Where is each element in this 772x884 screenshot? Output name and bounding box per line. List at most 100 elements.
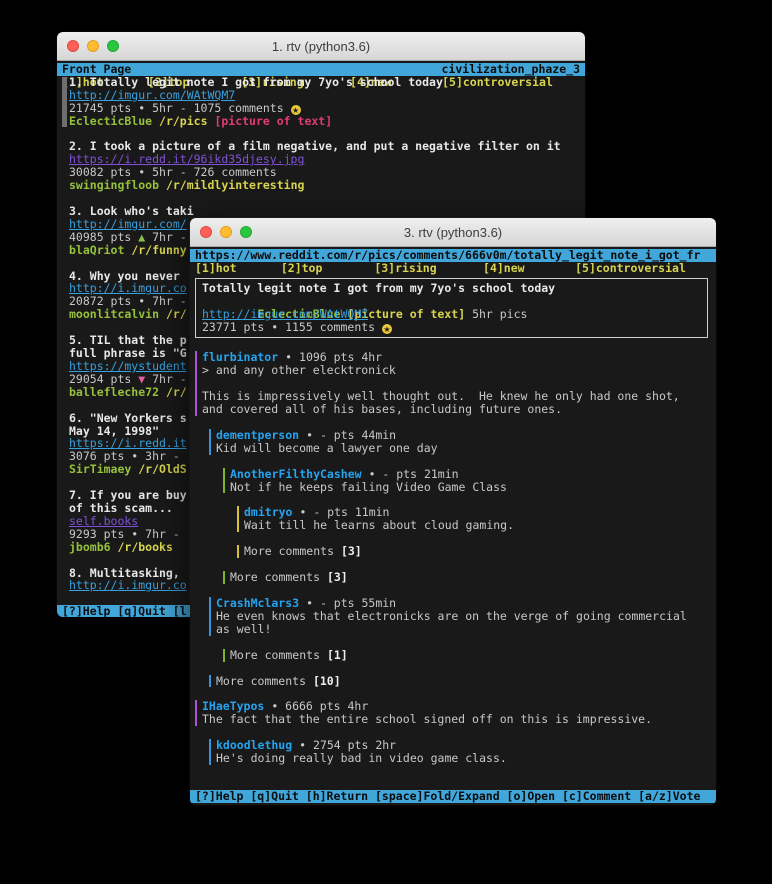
comment-meta: • - pts 44min [306,428,396,442]
comment[interactable]: IHaeTypos• 6666 pts 4hrThe fact that the… [195,700,716,726]
submission-author: moonlitcalvin [69,307,159,321]
submission-link[interactable]: self.books [69,514,138,528]
submission-text: 9293 pts • 7hr - [69,527,187,541]
submission-text: 30082 pts • 5hr - 726 comments [69,165,277,179]
comment-body-line: Kid will become a lawyer one day [216,442,716,455]
comment[interactable]: dmitryo• - pts 11minWait till he learns … [237,506,716,532]
submission-text: 20872 pts • 7hr - [69,294,194,308]
subreddit-label: /r/ [166,307,187,321]
submission-link[interactable]: https://i.redd.it [69,436,187,450]
comment[interactable]: kdoodlethug • 2754 pts 2hrHe's doing real… [209,739,716,765]
submission-title: May 14, 1998" [69,424,159,438]
window-title: 3. rtv (python3.6) [404,225,502,240]
zoom-button[interactable] [107,40,119,52]
tab-hot[interactable]: [1]hot [195,262,237,275]
comment[interactable]: AnotherFilthyCashew• - pts 21minNot if h… [223,468,716,494]
comment-body-line: and covered all of his bases, including … [202,403,716,416]
zoom-button[interactable] [240,226,252,238]
subreddit-label: /r/pics [159,114,207,128]
submission-title: full phrase is "G [69,346,187,360]
submission-link[interactable]: http://imgur.com/WAtWQM7 [69,88,235,102]
sort-tabs: [1]hot [2]top [3]rising [4]new [5]controvers… [190,262,716,275]
more-comments[interactable]: More comments [3] [223,571,716,584]
comment-meta: • - pts 21min [369,467,459,481]
submission-text: 7hr - [145,230,193,244]
comment-body-line: > and any other elecktronick [202,364,716,377]
submission-title: 6. "New Yorkers s [69,411,187,425]
comment-author[interactable]: dementperson [216,428,299,442]
comment-author[interactable]: kdoodlethug [216,738,292,752]
post-card: Totally legit note I got from my 7yo's s… [195,278,708,339]
comment-author[interactable]: CrashMclars3 [216,596,299,610]
post-link[interactable]: http://imgur.com/WAtWQM7 [202,307,368,321]
more-comments-count: [3] [341,544,362,558]
tab-controversial[interactable]: [5]controversial [575,262,686,275]
submission-text: 21745 pts • 5hr - 1075 comments [69,101,291,115]
submission[interactable]: 1. Totally legit note I got from my 7yo'… [69,76,585,128]
comment-author[interactable]: flurbinator [202,350,278,364]
submission-author: blaQriot [69,243,124,257]
tab-new[interactable]: [4]new [483,262,525,275]
submission-text [159,385,166,399]
submission-title: 7. If you are buy [69,488,187,502]
gilded-icon: ★ [382,324,392,334]
more-comments-count: [10] [313,674,341,688]
more-comments[interactable]: More comments [10] [209,675,716,688]
submission-link[interactable]: http://i.imgur.co [69,281,187,295]
more-comments[interactable]: More comments [3] [237,545,716,558]
subreddit-label: /r/funny [131,243,186,257]
comment[interactable]: dementperson • - pts 44minKid will become… [209,429,716,455]
submission-author: swingingfloob [69,178,159,192]
submission-link[interactable]: https://mystudent [69,359,187,373]
comment[interactable]: CrashMclars3 • - pts 55minHe even knows t… [209,597,716,636]
title-bar[interactable]: 1. rtv (python3.6) [57,32,585,61]
comment-meta: • 2754 pts 2hr [299,738,396,752]
comment-meta: • - pts 55min [306,596,396,610]
tab-rising[interactable]: [3]rising [374,262,436,275]
submission-text: 29054 pts [69,372,138,386]
more-comments[interactable]: More comments [1] [223,649,716,662]
submission-title: of this scam... [69,501,173,515]
submission[interactable]: 2. I took a picture of a film negative, … [69,140,585,192]
comment-author[interactable]: IHaeTypos [202,699,264,713]
minimize-button[interactable] [220,226,232,238]
submission-title: 4. Why you never [69,269,187,283]
submission-author: EclecticBlue [69,114,152,128]
minimize-button[interactable] [87,40,99,52]
submission-author: ballefleche72 [69,385,159,399]
post-stats: 23771 pts • 1155 comments [202,320,382,334]
submission-text [159,178,166,192]
more-comments-label: More comments [230,570,327,584]
comment-body-line: He's doing really bad in video game clas… [216,752,716,765]
more-comments-label: More comments [230,648,327,662]
subreddit-label: /r/books [117,540,172,554]
selection-cursor [62,77,67,128]
more-comments-count: [3] [327,570,348,584]
close-button[interactable] [67,40,79,52]
comment[interactable]: flurbinator • 1096 pts 4hr> and any other… [195,351,716,415]
submission-text: [picture of text] [214,114,332,128]
submission-title: 8. Multitasking, [69,566,187,580]
submission-link[interactable]: http://i.imgur.co [69,578,187,592]
subreddit-label: /r/OldS [138,462,186,476]
comment-meta: • 1096 pts 4hr [285,350,382,364]
close-button[interactable] [200,226,212,238]
terminal-content: https://www.reddit.com/r/pics/comments/6… [190,247,716,805]
comment-body-line: He even knows that electronicks are on t… [216,610,716,623]
title-bar[interactable]: 3. rtv (python3.6) [190,218,716,247]
subreddit-label: /r/mildlyinteresting [166,178,304,192]
logged-in-user: civilization_phaze_3 [442,63,580,76]
submission-author: jbomb6 [69,540,111,554]
status-bar: [?]Help [q]Quit [h]Return [space]Fold/Ex… [190,790,716,803]
submission-link[interactable]: http://imgur.com/ [69,217,187,231]
more-comments-label: More comments [216,674,313,688]
tab-top[interactable]: [2]top [281,262,323,275]
submission-link[interactable]: https://i.redd.it/96ikd35djesy.jpg [69,152,304,166]
comment-author[interactable]: AnotherFilthyCashew [230,467,362,481]
comment-body-line: as well! [216,623,716,636]
subreddit-label: /r/ [166,385,187,399]
submission-title: 1. Totally legit note I got from my 7yo'… [69,75,443,89]
comment-author[interactable]: dmitryo [244,505,292,519]
submission-text [159,307,166,321]
comment-list: flurbinator • 1096 pts 4hr> and any other… [190,351,716,778]
